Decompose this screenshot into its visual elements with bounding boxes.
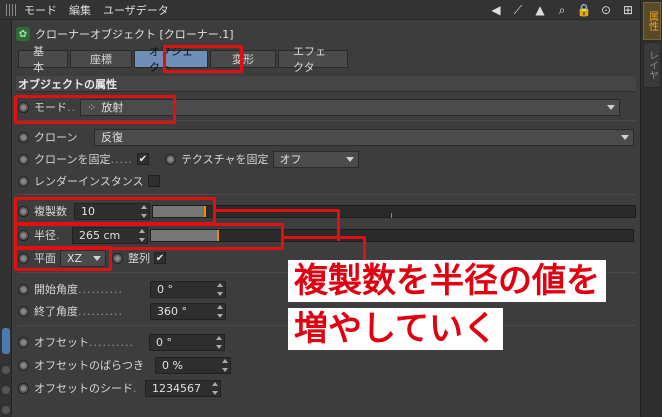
highlight-object-tab bbox=[163, 45, 243, 73]
offset-variation-label: オフセットのばらつき bbox=[34, 359, 144, 372]
clone-keyframe-radio[interactable] bbox=[18, 131, 29, 143]
offset-spinner[interactable] bbox=[215, 335, 222, 349]
start-angle-dots: .......... bbox=[78, 282, 123, 296]
offset-seed-spinner[interactable] bbox=[211, 381, 218, 395]
menu-mode[interactable]: モード bbox=[24, 2, 57, 18]
cloner-icon: ✿ bbox=[16, 27, 30, 41]
offset-keyframe-radio[interactable] bbox=[18, 336, 29, 348]
offset-dots: .......... bbox=[89, 335, 134, 349]
clone-label: クローン bbox=[34, 131, 78, 144]
highlight-count bbox=[14, 197, 216, 225]
connector-line bbox=[284, 236, 366, 239]
object-title: ✿ クローナーオブジェクト [クローナー.1] bbox=[16, 26, 234, 42]
offset-label: オフセット bbox=[34, 336, 89, 349]
start-angle-value: 0 ° bbox=[157, 282, 173, 296]
fix-clone-checkbox[interactable]: ✔ bbox=[136, 153, 149, 165]
fix-clone-label: クローンを固定 bbox=[34, 153, 111, 166]
end-angle-spinner[interactable] bbox=[216, 304, 223, 318]
highlight-plane bbox=[14, 246, 112, 271]
connector-line bbox=[216, 209, 340, 212]
align-label: 整列 bbox=[128, 252, 150, 265]
settings-icon[interactable]: ⊙ bbox=[598, 2, 614, 18]
align-keyframe-radio[interactable] bbox=[112, 252, 123, 264]
fix-texture-keyframe-radio[interactable] bbox=[164, 153, 176, 165]
render-instance-row: レンダーインスタンス bbox=[18, 172, 160, 190]
start-angle-keyframe-radio[interactable] bbox=[18, 283, 29, 295]
object-title-text: クローナーオブジェクト [クローナー.1] bbox=[35, 28, 234, 41]
section-title: オブジェクトの属性 bbox=[16, 76, 636, 92]
start-angle-spinner[interactable] bbox=[216, 282, 223, 296]
offset-seed-label: オフセットのシード bbox=[34, 382, 133, 395]
left-marker[interactable] bbox=[2, 366, 10, 374]
toolbar-icons: ◀ ⟋ ▲ ⌕ 🔒 ⊙ ⊞ bbox=[488, 2, 636, 18]
end-angle-dots: .......... bbox=[78, 304, 123, 318]
tab-basic[interactable]: 基本 bbox=[18, 45, 68, 74]
menu-userdata[interactable]: ユーザデータ bbox=[103, 2, 169, 18]
offset-row: オフセット .......... 0 ° bbox=[18, 333, 225, 351]
offset-variation-input[interactable]: 0 % bbox=[155, 356, 231, 374]
render-instance-keyframe-radio[interactable] bbox=[18, 175, 29, 187]
fix-texture-dropdown[interactable]: オフ bbox=[272, 150, 359, 168]
clone-dropdown[interactable]: 反復 bbox=[94, 128, 634, 146]
lock-icon[interactable]: 🔒 bbox=[576, 2, 592, 18]
end-angle-label: 終了角度 bbox=[34, 305, 78, 318]
attribute-panel: ✿ クローナーオブジェクト [クローナー.1] 基本 座標 オブジェクト 変形 … bbox=[12, 20, 640, 417]
slider-tick bbox=[391, 212, 392, 218]
search-icon[interactable]: ⌕ bbox=[554, 2, 570, 18]
highlight-mode bbox=[14, 95, 176, 124]
swoosh-icon[interactable]: ⟋ bbox=[510, 2, 526, 18]
offset-variation-keyframe-radio[interactable] bbox=[18, 359, 29, 371]
fix-clone-keyframe-radio[interactable] bbox=[18, 153, 29, 165]
start-angle-label: 開始角度 bbox=[34, 283, 78, 296]
offset-seed-keyframe-radio[interactable] bbox=[18, 382, 29, 394]
tab-layers[interactable]: レイヤ bbox=[643, 42, 661, 88]
offset-seed-row: オフセットのシード . 1234567 bbox=[18, 379, 221, 397]
end-angle-row: 終了角度 .......... 360 ° bbox=[18, 302, 226, 320]
fix-texture-value: オフ bbox=[279, 153, 302, 166]
left-strip bbox=[0, 20, 12, 417]
fix-row: クローンを固定 ..... ✔ テクスチャを固定 オフ bbox=[18, 150, 359, 168]
annotation-line2: 増やしていく bbox=[288, 308, 503, 350]
fix-clone-dots: ..... bbox=[110, 152, 133, 166]
tab-attributes[interactable]: 属性 bbox=[643, 2, 661, 40]
chevron-down-icon bbox=[621, 134, 629, 140]
right-tab-strip: 属性 レイヤ bbox=[640, 0, 662, 417]
offset-value: 0 ° bbox=[156, 335, 172, 349]
left-marker[interactable] bbox=[2, 386, 10, 394]
back-arrow-icon[interactable]: ◀ bbox=[488, 2, 504, 18]
offset-variation-row: オフセットのばらつき 0 % bbox=[18, 356, 231, 374]
start-angle-row: 開始角度 .......... 0 ° bbox=[18, 280, 226, 298]
tab-effectors[interactable]: エフェクタ bbox=[278, 45, 348, 74]
offset-seed-dots: . bbox=[133, 381, 138, 395]
add-icon[interactable]: ⊞ bbox=[620, 2, 636, 18]
divider bbox=[18, 194, 636, 195]
annotation-line1: 複製数を半径の値を bbox=[288, 260, 606, 302]
left-marker[interactable] bbox=[2, 406, 10, 414]
chevron-down-icon bbox=[607, 104, 615, 110]
grip-icon[interactable] bbox=[6, 3, 18, 16]
end-angle-keyframe-radio[interactable] bbox=[18, 305, 29, 317]
end-angle-value: 360 ° bbox=[157, 304, 187, 318]
offset-input[interactable]: 0 ° bbox=[149, 333, 225, 351]
align-checkbox[interactable]: ✔ bbox=[154, 252, 166, 264]
menu-edit[interactable]: 編集 bbox=[69, 2, 91, 18]
clone-value: 反復 bbox=[101, 131, 123, 144]
render-instance-label: レンダーインスタンス bbox=[34, 175, 144, 188]
left-marker-selected[interactable] bbox=[2, 328, 10, 354]
top-menu-bar: モード 編集 ユーザデータ ◀ ⟋ ▲ ⌕ 🔒 ⊙ ⊞ bbox=[0, 0, 640, 20]
clone-row: クローン 反復 bbox=[18, 128, 634, 146]
offset-variation-spinner[interactable] bbox=[221, 358, 228, 372]
offset-seed-input[interactable]: 1234567 bbox=[145, 379, 221, 397]
start-angle-input[interactable]: 0 ° bbox=[150, 280, 226, 298]
render-instance-checkbox[interactable] bbox=[147, 175, 160, 187]
chevron-down-icon bbox=[345, 156, 354, 162]
offset-seed-value: 1234567 bbox=[152, 381, 201, 395]
fix-texture-label: テクスチャを固定 bbox=[180, 153, 269, 166]
end-angle-input[interactable]: 360 ° bbox=[150, 302, 226, 320]
tab-coordinates[interactable]: 座標 bbox=[70, 50, 132, 68]
offset-variation-value: 0 % bbox=[162, 358, 183, 372]
up-arrow-icon[interactable]: ▲ bbox=[532, 2, 548, 18]
